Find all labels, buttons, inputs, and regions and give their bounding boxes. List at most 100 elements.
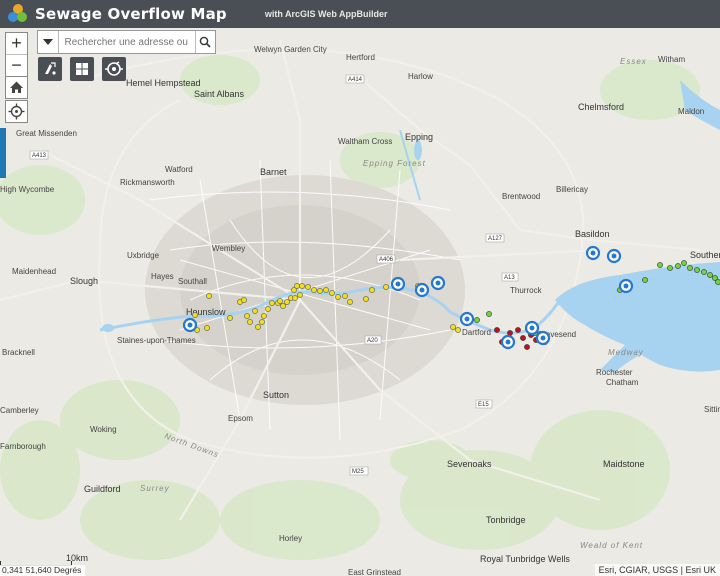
overflow-point bbox=[192, 312, 198, 318]
place-label: Basildon bbox=[575, 229, 610, 239]
overflow-point bbox=[642, 277, 648, 283]
legend-button[interactable] bbox=[102, 57, 126, 81]
place-label: Royal Tunbridge Wells bbox=[480, 554, 570, 564]
place-label: Chelmsford bbox=[578, 102, 624, 112]
overflow-point bbox=[292, 295, 298, 301]
place-label: Maldon bbox=[678, 107, 704, 116]
place-label: Hayes bbox=[151, 272, 174, 281]
basemap: Welwyn Garden City Hertford Harlow Essex… bbox=[0, 28, 720, 576]
road-label: A414 bbox=[348, 77, 363, 83]
place-label: Essex bbox=[620, 57, 647, 66]
layers-tool-button[interactable] bbox=[38, 57, 62, 81]
place-label: Epping bbox=[405, 132, 433, 142]
search-input[interactable] bbox=[58, 31, 195, 53]
overflow-point bbox=[507, 330, 513, 336]
overflow-point bbox=[305, 284, 311, 290]
my-location-button[interactable] bbox=[5, 100, 28, 123]
home-icon bbox=[10, 81, 23, 93]
search-button[interactable] bbox=[194, 31, 216, 53]
overflow-point bbox=[261, 313, 267, 319]
map-view[interactable]: Welwyn Garden City Hertford Harlow Essex… bbox=[0, 28, 720, 576]
widget-panel-tab[interactable] bbox=[0, 128, 6, 178]
place-label: Sevenoaks bbox=[447, 459, 492, 469]
cluster-marker bbox=[618, 278, 634, 294]
place-label: Harlow bbox=[408, 72, 433, 81]
place-label: Tonbridge bbox=[486, 515, 526, 525]
place-label: Surrey bbox=[140, 484, 170, 493]
overflow-point bbox=[363, 296, 369, 302]
layers-icon bbox=[45, 62, 56, 75]
place-label: Dartford bbox=[462, 328, 491, 337]
cluster-marker bbox=[606, 248, 622, 264]
road-label: A413 bbox=[32, 153, 47, 159]
cluster-marker bbox=[459, 311, 475, 327]
overflow-point bbox=[297, 292, 303, 298]
cluster-marker bbox=[414, 282, 430, 298]
overflow-point bbox=[383, 284, 389, 290]
place-label: Waltham Cross bbox=[338, 137, 392, 146]
place-label: Rickmansworth bbox=[120, 178, 175, 187]
overflow-point bbox=[294, 283, 300, 289]
overflow-point bbox=[252, 308, 258, 314]
overflow-point bbox=[227, 315, 233, 321]
overflow-point bbox=[280, 303, 286, 309]
home-button[interactable] bbox=[5, 76, 28, 99]
overflow-point bbox=[241, 297, 247, 303]
overflow-point bbox=[450, 324, 456, 330]
overflow-point bbox=[323, 287, 329, 293]
place-label: Staines-upon-Thames bbox=[117, 336, 196, 345]
cluster-marker bbox=[182, 317, 198, 333]
overflow-point bbox=[474, 317, 480, 323]
overflow-point bbox=[317, 288, 323, 294]
overflow-point bbox=[299, 283, 305, 289]
overflow-point bbox=[335, 294, 341, 300]
cluster-marker bbox=[500, 334, 516, 350]
place-label: Wembley bbox=[212, 244, 245, 253]
chevron-down-icon bbox=[42, 39, 53, 45]
overflow-point bbox=[277, 298, 283, 304]
grid-icon bbox=[76, 63, 88, 75]
place-label: Woking bbox=[90, 425, 117, 434]
place-label: Horley bbox=[279, 534, 302, 543]
overflow-point bbox=[347, 299, 353, 305]
overflow-point bbox=[342, 293, 348, 299]
search-source-dropdown[interactable] bbox=[38, 31, 59, 53]
overflow-point bbox=[204, 325, 210, 331]
locate-icon bbox=[8, 103, 25, 120]
place-label: Billericay bbox=[556, 185, 588, 194]
overflow-point bbox=[675, 263, 681, 269]
overflow-point bbox=[524, 344, 530, 350]
place-label: East Grinstead bbox=[348, 568, 401, 576]
coordinates-text: 0,341 51,640 Degrés bbox=[2, 565, 82, 575]
road-label: A20 bbox=[367, 338, 378, 344]
place-label: Maidstone bbox=[603, 459, 645, 469]
overflow-point bbox=[369, 287, 375, 293]
overflow-point bbox=[284, 299, 290, 305]
place-label: Guildford bbox=[84, 484, 121, 494]
overflow-point bbox=[247, 319, 253, 325]
overflow-point bbox=[520, 335, 526, 341]
place-label: Hounslow bbox=[186, 307, 226, 317]
scale-label: 10km bbox=[66, 553, 89, 563]
coordinates-readout: 0,341 51,640 Degrés bbox=[0, 565, 86, 576]
place-label: Epsom bbox=[228, 414, 253, 423]
address-search bbox=[37, 30, 216, 54]
overflow-point bbox=[486, 311, 492, 317]
basemap-gallery-button[interactable] bbox=[70, 57, 94, 81]
overflow-point bbox=[259, 319, 265, 325]
place-label: Sittingbourne bbox=[704, 405, 720, 414]
overflow-point bbox=[515, 327, 521, 333]
search-icon bbox=[199, 36, 211, 48]
zoom-out-button[interactable]: − bbox=[6, 55, 27, 76]
cluster-marker bbox=[524, 320, 540, 336]
zoom-in-button[interactable]: + bbox=[6, 33, 27, 55]
place-label: Chatham bbox=[606, 378, 639, 387]
overflow-point bbox=[657, 262, 663, 268]
place-label: Hertford bbox=[346, 53, 375, 62]
attribution: Esri, CGIAR, USGS | Esri UK bbox=[594, 564, 720, 576]
app-header: Sewage Overflow Map with ArcGIS Web AppB… bbox=[0, 0, 720, 28]
place-label: Thurrock bbox=[510, 286, 543, 295]
place-label: Farnborough bbox=[0, 442, 46, 451]
place-label: Rochester bbox=[596, 368, 633, 377]
place-label: Uxbridge bbox=[127, 251, 160, 260]
